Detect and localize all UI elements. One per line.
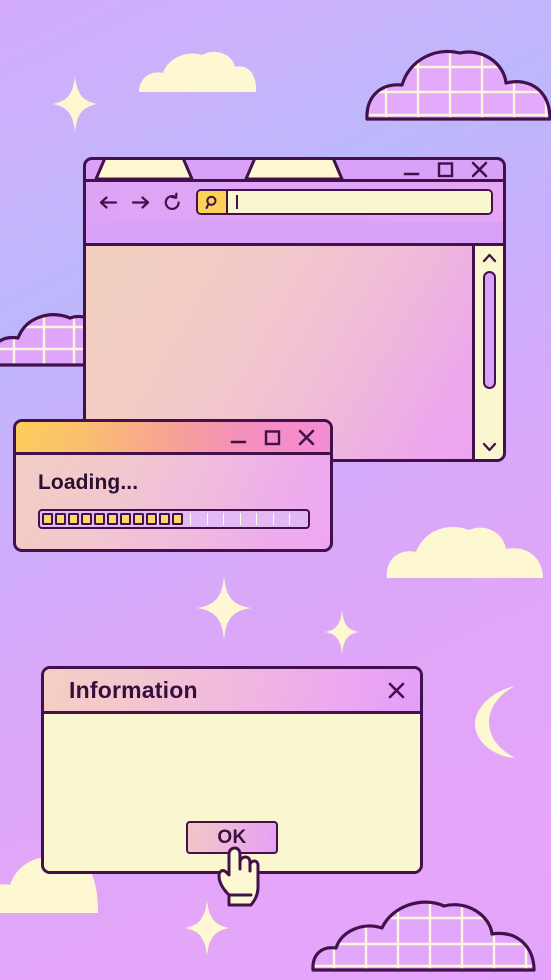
browser-window-controls[interactable] xyxy=(402,160,503,179)
url-input[interactable] xyxy=(228,191,491,213)
back-arrow-icon[interactable] xyxy=(98,192,119,213)
progress-segment xyxy=(55,513,66,525)
cloud-cream-top xyxy=(139,51,257,92)
progress-fill xyxy=(42,513,183,525)
loading-window-controls[interactable] xyxy=(229,428,330,447)
progress-cell xyxy=(274,513,291,525)
progress-segment xyxy=(68,513,79,525)
scrollbar-thumb[interactable] xyxy=(482,271,496,389)
browser-titlebar xyxy=(86,157,503,180)
forward-arrow-icon[interactable] xyxy=(130,192,151,213)
close-icon[interactable] xyxy=(387,681,406,700)
info-titlebar: Information xyxy=(44,669,420,714)
close-icon[interactable] xyxy=(297,428,316,447)
progress-cell xyxy=(290,513,306,525)
info-body: OK xyxy=(44,717,420,871)
loading-titlebar xyxy=(16,422,330,455)
star-bottom-left xyxy=(185,900,229,956)
cloud-grid-bottom-right xyxy=(311,900,536,972)
scrollbar-track[interactable] xyxy=(475,266,503,439)
scroll-down-icon[interactable] xyxy=(481,439,498,454)
browser-tab-2 xyxy=(244,160,344,180)
scroll-up-icon[interactable] xyxy=(481,251,498,266)
star-top-left xyxy=(53,76,97,132)
address-bar[interactable] xyxy=(196,189,493,215)
progress-segment xyxy=(159,513,170,525)
browser-window[interactable] xyxy=(83,157,506,462)
progress-cell xyxy=(191,513,208,525)
loading-window[interactable]: Loading... xyxy=(13,419,333,552)
progress-segment xyxy=(81,513,92,525)
progress-cell xyxy=(241,513,258,525)
info-window-controls[interactable] xyxy=(387,681,420,700)
maximize-icon[interactable] xyxy=(436,160,455,179)
dialog-title: Information xyxy=(69,676,198,703)
browser-tab-1 xyxy=(94,160,194,180)
minimize-icon[interactable] xyxy=(229,428,248,447)
illustration-canvas: Loading... Information OK xyxy=(0,0,551,980)
browser-scrollbar[interactable] xyxy=(475,246,503,459)
progress-segment xyxy=(42,513,53,525)
text-caret xyxy=(236,195,238,209)
progress-segment xyxy=(172,513,183,525)
maximize-icon[interactable] xyxy=(263,428,282,447)
information-dialog[interactable]: Information OK xyxy=(41,666,423,874)
progress-segment xyxy=(94,513,105,525)
progress-cell xyxy=(224,513,241,525)
browser-tabs[interactable] xyxy=(94,157,347,180)
progress-bar xyxy=(38,509,310,529)
browser-toolbar[interactable] xyxy=(86,179,503,222)
progress-segment xyxy=(146,513,157,525)
close-icon[interactable] xyxy=(470,160,489,179)
reload-icon[interactable] xyxy=(162,192,183,213)
moon-crescent xyxy=(475,686,515,758)
loading-body: Loading... xyxy=(16,455,330,529)
star-small-right xyxy=(325,610,359,654)
ok-button[interactable]: OK xyxy=(186,821,278,854)
progress-segment xyxy=(133,513,144,525)
progress-cell xyxy=(257,513,274,525)
loading-label: Loading... xyxy=(38,471,139,494)
progress-cell xyxy=(208,513,225,525)
search-icon xyxy=(205,195,216,209)
progress-segment xyxy=(107,513,118,525)
progress-segment xyxy=(120,513,131,525)
cloud-grid-top-right xyxy=(365,50,551,121)
minimize-icon[interactable] xyxy=(402,160,421,179)
cloud-cream-right xyxy=(386,526,543,578)
star-center xyxy=(197,576,251,640)
search-button[interactable] xyxy=(198,191,228,213)
